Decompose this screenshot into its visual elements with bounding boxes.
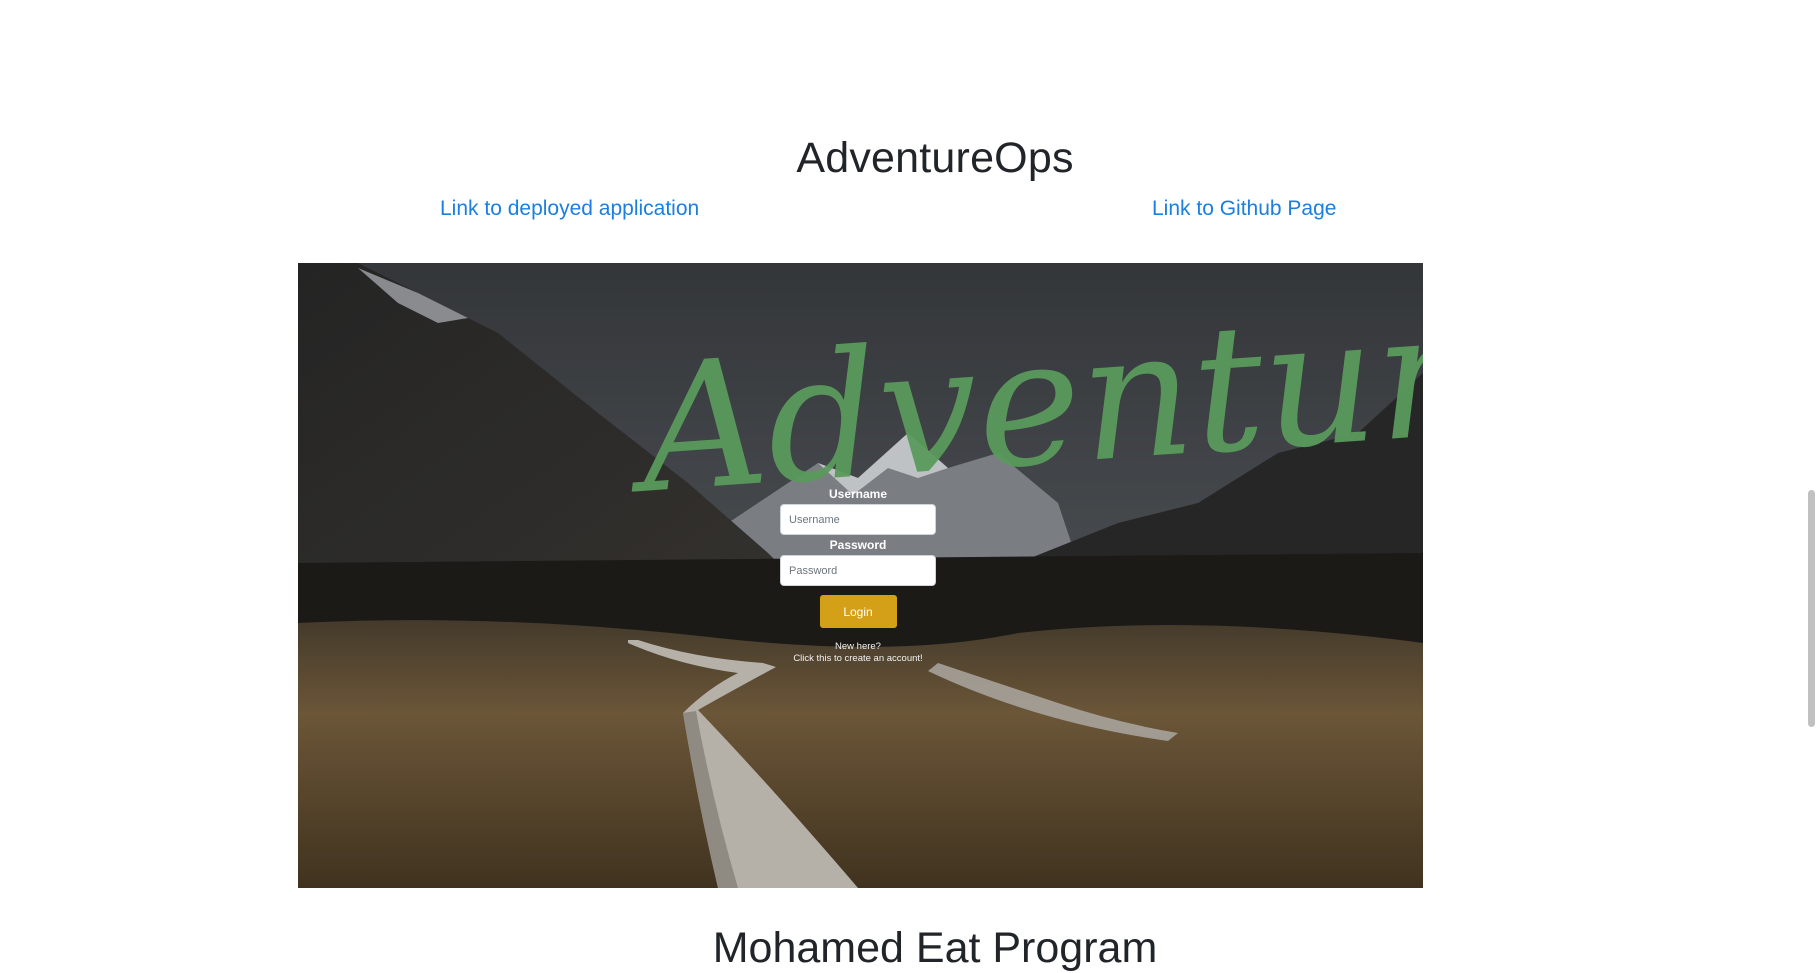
scrollbar-track[interactable]: [1805, 0, 1818, 941]
github-page-link[interactable]: Link to Github Page: [1152, 197, 1336, 221]
app-screenshot: Adventureops Username Password Login New…: [298, 263, 1423, 888]
deployed-app-link[interactable]: Link to deployed application: [440, 197, 699, 221]
password-label: Password: [829, 538, 887, 552]
scrollbar-thumb[interactable]: [1808, 490, 1815, 727]
username-label: Username: [828, 487, 888, 501]
password-input[interactable]: [780, 555, 936, 586]
login-form: Username Password Login New here? Click …: [778, 487, 938, 665]
username-input[interactable]: [780, 504, 936, 535]
create-account-link[interactable]: Click this to create an account!: [778, 653, 938, 665]
new-here-text: New here?: [835, 641, 881, 652]
project-title: AdventureOps: [796, 134, 1074, 182]
next-project-title: Mohamed Eat Program: [712, 924, 1158, 972]
login-button[interactable]: Login: [819, 595, 897, 628]
